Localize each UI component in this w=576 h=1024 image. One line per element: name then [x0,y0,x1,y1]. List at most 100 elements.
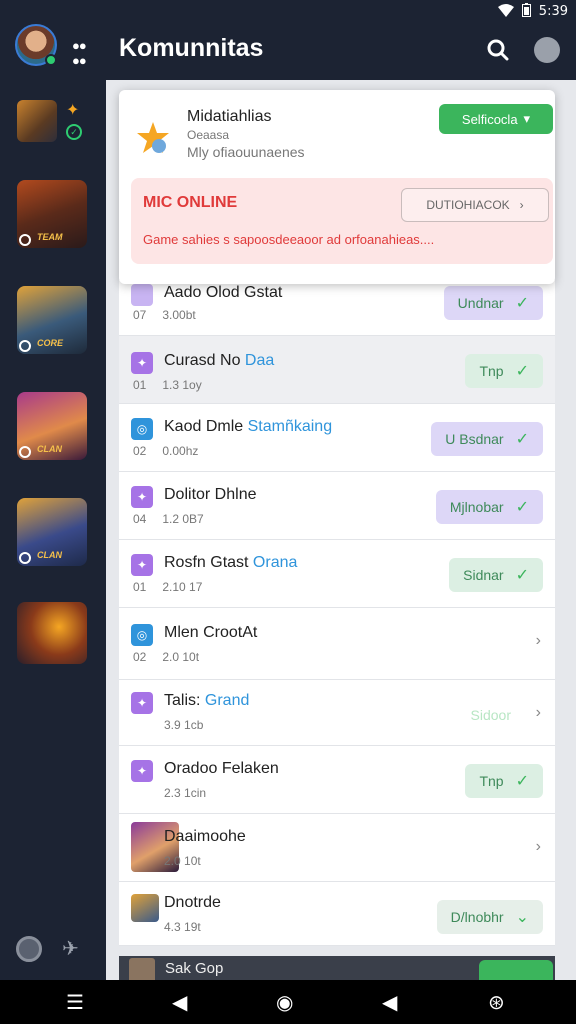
status-time: 5:39 [538,4,568,19]
check-icon: ✓ [515,499,529,516]
bottom-list-item[interactable]: Sak Gop [119,956,555,980]
recent-apps-icon[interactable]: ◀ [382,990,397,1015]
list-item[interactable]: Aado Olod Gstat 07 3.00bt Undnar ✓ [119,280,555,336]
item-meta: 02 0.00hz [133,444,199,458]
item-name: Talis: Grand [164,692,250,709]
game-logo-icon [135,120,171,156]
item-meta: 2.0 10t [164,854,201,868]
join-button[interactable]: D/lnobhr ⌄ [436,900,543,934]
game-tag: CORE [37,338,64,348]
game-thumbnail[interactable]: TEAM [17,180,87,248]
game-thumbnail [129,958,155,980]
featured-title: Midatiahlias [187,108,272,125]
chevron-right-icon[interactable]: › [536,838,541,856]
status-ring-icon [19,340,31,352]
community-icon: ✦ [131,692,153,714]
game-thumbnail[interactable]: CLAN [17,392,87,460]
item-meta: 02 2.0 10t [133,650,200,664]
app-header: Komunnitas [106,22,576,80]
join-button[interactable] [479,960,553,980]
join-button[interactable]: Undnar ✓ [443,286,543,320]
list-item[interactable]: ✦ Rosfn Gtast Orana 01 2.10 17 Sidnar ✓ [119,540,555,608]
system-nav-bar: ☰ ◀ ◉ ◀ ⊛ [0,980,576,1024]
item-meta: 2.3 1cin [164,786,207,800]
search-icon[interactable] [484,36,512,64]
alert-banner: MIC ONLINE DUTIOHIACOK › Game sahies s s… [131,178,553,264]
check-circle-icon: ✓ [66,124,82,140]
alert-title: MIC ONLINE [143,194,238,211]
chevron-right-icon[interactable]: › [536,632,541,650]
item-meta: 01 2.10 17 [133,580,203,594]
assistant-icon[interactable]: ⊛ [488,990,505,1015]
game-tag: CLAN [37,550,62,560]
list-item[interactable]: ✦ Talis: Grand 3.9 1cb Sidoor › [119,680,555,746]
battery-icon [521,3,531,20]
community-icon [131,284,153,306]
community-panel: Midatiahlias Oeaasa Mly ofiaouunaenes Se… [106,80,576,980]
settings-icon[interactable] [16,936,42,962]
chevron-down-icon: ⌄ [515,909,529,926]
select-button[interactable]: Selficocla ▾ [439,104,553,134]
item-meta: 3.9 1cb [164,718,204,732]
select-button-label: Selficocla [461,111,518,127]
status-ring-icon [19,552,31,564]
list-item[interactable]: ◎ Kaod Dmle Stamñkaing 02 0.00hz U Bsdnar… [119,404,555,472]
profile-avatar[interactable] [534,37,560,63]
join-button[interactable]: Mjlnobar ✓ [435,490,543,524]
list-item[interactable]: ✦ Curasd No Daa 01 1.3 1oy Tnp ✓ [119,336,555,404]
grid-menu-icon[interactable]: ●● ●● [72,38,87,68]
item-name: Oradoo Felaken [164,760,279,777]
list-item[interactable]: ✦ Dolitor Dhlne 04 1.2 0B7 Mjlnobar ✓ [119,472,555,540]
alert-action-label: DUTIOHIACOK [426,198,510,212]
join-button[interactable]: U Bsdnar ✓ [431,422,543,456]
item-name: Rosfn Gtast Orana [164,554,298,571]
item-name: Curasd No Daa [164,352,275,369]
game-thumbnail[interactable] [17,602,87,664]
pin-icon[interactable]: ✈ [62,936,79,961]
game-thumbnail[interactable]: CLAN [17,498,87,566]
user-avatar[interactable] [15,24,57,66]
featured-subtitle: Oeaasa [187,128,230,142]
game-tag: CLAN [37,444,62,454]
list-item[interactable]: Daaimoohe 2.0 10t › [119,814,555,882]
chevron-right-icon[interactable]: › [536,704,541,722]
page-title: Komunnitas [119,34,264,62]
game-thumbnail-small[interactable] [17,100,57,142]
list-item[interactable]: ✦ Oradoo Felaken 2.3 1cin Tnp ✓ [119,746,555,814]
check-icon: ✓ [515,295,529,312]
alert-message: Game sahies s sapoosdeeaoor ad orfoanahi… [143,232,435,247]
join-button[interactable]: Tnp ✓ [465,354,543,388]
join-button[interactable]: Sidoor [457,698,525,732]
community-icon: ◎ [131,624,153,646]
check-icon: ✓ [515,363,529,380]
back-icon[interactable]: ◀ [172,990,187,1015]
game-tag: TEAM [37,232,63,242]
item-meta: 01 1.3 1oy [133,378,202,392]
community-icon: ✦ [131,760,153,782]
community-icon: ◎ [131,418,153,440]
wifi-icon [497,3,514,20]
menu-icon[interactable]: ☰ [66,990,84,1015]
item-name: Aado Olod Gstat [164,284,283,301]
chevron-down-icon: ▾ [523,111,531,126]
item-meta: 07 3.00bt [133,308,196,322]
join-button[interactable]: Sidnar ✓ [449,558,543,592]
item-meta: 04 1.2 0B7 [133,512,204,526]
check-icon: ✓ [515,567,529,584]
home-icon[interactable]: ◉ [276,990,293,1015]
online-indicator [45,54,57,66]
item-name: Dolitor Dhlne [164,486,257,503]
item-name: Dnotrde [164,894,221,911]
featured-members: Mly ofiaouunaenes [187,144,305,160]
game-thumbnail[interactable]: CORE [17,286,87,354]
check-icon: ✓ [515,773,529,790]
list-item[interactable]: ◎ Mlen CrootAt 02 2.0 10t › [119,608,555,680]
alert-action-button[interactable]: DUTIOHIACOK › [401,188,549,222]
status-ring-icon [19,234,31,246]
list-item[interactable]: Dnotrde 4.3 19t D/lnobhr ⌄ [119,882,555,946]
community-icon: ✦ [131,486,153,508]
community-icon: ✦ [131,554,153,576]
item-meta: 4.3 19t [164,920,201,934]
check-icon: ✓ [515,431,529,448]
join-button[interactable]: Tnp ✓ [465,764,543,798]
